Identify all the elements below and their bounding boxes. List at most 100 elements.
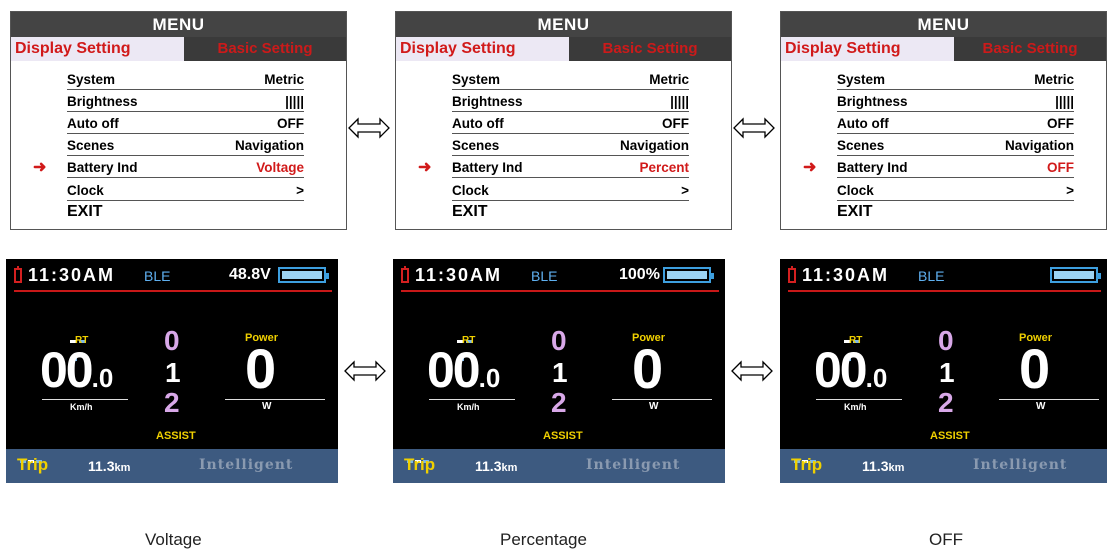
double-arrow-icon <box>731 360 773 382</box>
row-label: Scenes <box>452 138 500 153</box>
speed-underline <box>429 399 515 400</box>
caption-percentage: Percentage <box>500 530 587 549</box>
double-arrow-icon <box>733 117 775 139</box>
menu-row-battery-ind[interactable]: Battery Ind Percent <box>452 156 689 178</box>
gear-2: 2 <box>938 387 954 418</box>
row-value: Metric <box>649 72 689 87</box>
trip-distance: 11.3km <box>88 458 130 474</box>
menu-panel-percent: MENU Display Setting Basic Setting Syste… <box>395 11 732 230</box>
battery-red-icon <box>788 266 796 283</box>
display-screen-voltage: 11:30AM BLE 48.8V RT 00.0 Km/h 0 1 2 Pow… <box>6 259 338 483</box>
row-label: Battery Ind <box>452 160 523 175</box>
menu-row-exit[interactable]: EXIT <box>837 201 1074 223</box>
assist-label: ASSIST <box>543 430 583 442</box>
menu-row-clock[interactable]: Clock > <box>452 179 689 201</box>
gear-2: 2 <box>164 387 180 418</box>
ble-label: BLE <box>531 268 558 284</box>
mode-label: Intelligent <box>973 457 1068 473</box>
divider <box>788 290 1101 292</box>
row-label: Scenes <box>837 138 885 153</box>
clock-time: 11:30AM <box>415 265 503 285</box>
row-label: Auto off <box>837 116 889 131</box>
power-value: 0 <box>1019 337 1051 400</box>
row-label: Brightness <box>67 94 138 109</box>
speed-decimal: .0 <box>478 363 501 393</box>
menu-row-exit[interactable]: EXIT <box>67 201 304 223</box>
menu-row-scenes[interactable]: Scenes Navigation <box>452 134 689 156</box>
assist-label: ASSIST <box>156 430 196 442</box>
display-screen-off: 11:30AM BLE RT 00.0 Km/h 0 1 2 Power 0 W… <box>780 259 1107 483</box>
tab-basic-setting[interactable]: Basic Setting <box>184 37 346 61</box>
row-label: System <box>67 72 116 87</box>
speed-value: 00 <box>427 342 481 398</box>
battery-icon <box>663 267 714 283</box>
display-screen-percent: 11:30AM BLE 100% RT 00.0 Km/h 0 1 2 Powe… <box>393 259 725 483</box>
speed-value: 00 <box>40 342 94 398</box>
trip-label: Trip <box>791 455 823 474</box>
menu-row-scenes[interactable]: Scenes Navigation <box>837 134 1074 156</box>
tab-basic-setting[interactable]: Basic Setting <box>569 37 731 61</box>
speed-readout: 00.0 <box>427 345 500 403</box>
distance-value: 11.3 <box>88 458 115 474</box>
gear-1: 1 <box>552 357 568 388</box>
divider <box>401 290 719 292</box>
row-value: ||||| <box>1055 94 1074 109</box>
speed-readout: 00.0 <box>40 345 113 403</box>
menu-panel-voltage: MENU Display Setting Basic Setting Syste… <box>10 11 347 230</box>
tab-display-setting[interactable]: Display Setting <box>396 37 569 61</box>
caption-off: OFF <box>929 530 963 549</box>
row-label: System <box>452 72 501 87</box>
menu-row-brightness[interactable]: Brightness ||||| <box>67 90 304 112</box>
ble-label: BLE <box>918 268 945 284</box>
menu-row-exit[interactable]: EXIT <box>452 201 689 223</box>
gear-0: 0 <box>551 325 567 356</box>
menu-row-auto-off[interactable]: Auto off OFF <box>67 112 304 134</box>
menu-row-auto-off[interactable]: Auto off OFF <box>452 112 689 134</box>
menu-row-battery-ind[interactable]: Battery Ind OFF <box>837 156 1074 178</box>
row-value: ||||| <box>285 94 304 109</box>
menu-row-system[interactable]: System Metric <box>837 68 1074 90</box>
trip-distance: 11.3km <box>475 458 517 474</box>
menu-row-brightness[interactable]: Brightness ||||| <box>452 90 689 112</box>
battery-percent: 100% <box>619 266 660 283</box>
divider <box>14 290 332 292</box>
tab-display-setting[interactable]: Display Setting <box>781 37 954 61</box>
row-label: Brightness <box>837 94 908 109</box>
row-value: OFF <box>277 116 304 131</box>
menu-row-scenes[interactable]: Scenes Navigation <box>67 134 304 156</box>
battery-voltage: 48.8V <box>229 266 271 283</box>
tab-display-setting[interactable]: Display Setting <box>11 37 184 61</box>
gear-0: 0 <box>164 325 180 356</box>
double-arrow-icon <box>348 117 390 139</box>
menu-row-battery-ind[interactable]: Battery Ind Voltage <box>67 156 304 178</box>
gear-1: 1 <box>165 357 181 388</box>
row-label: Clock <box>67 183 104 198</box>
selector-arrow-icon: ➜ <box>803 159 817 176</box>
double-arrow-icon <box>344 360 386 382</box>
menu-row-auto-off[interactable]: Auto off OFF <box>837 112 1074 134</box>
menu-row-clock[interactable]: Clock > <box>837 179 1074 201</box>
gear-2: 2 <box>551 387 567 418</box>
speed-decimal: .0 <box>91 363 114 393</box>
menu-row-system[interactable]: System Metric <box>452 68 689 90</box>
power-underline <box>225 399 325 400</box>
row-value: Metric <box>1034 72 1074 87</box>
mode-label: Intelligent <box>586 457 681 473</box>
tab-basic-setting[interactable]: Basic Setting <box>954 37 1106 61</box>
clock-time: 11:30AM <box>802 265 890 285</box>
battery-red-icon <box>14 266 22 283</box>
menu-row-clock[interactable]: Clock > <box>67 179 304 201</box>
row-value: Navigation <box>619 138 689 153</box>
mode-label: Intelligent <box>199 457 294 473</box>
menu-row-system[interactable]: System Metric <box>67 68 304 90</box>
distance-unit: km <box>888 462 905 474</box>
row-label: EXIT <box>837 203 873 220</box>
row-value: ||||| <box>670 94 689 109</box>
battery-red-icon <box>401 266 409 283</box>
trip-distance: 11.3km <box>862 458 904 474</box>
menu-row-brightness[interactable]: Brightness ||||| <box>837 90 1074 112</box>
row-value: Navigation <box>1004 138 1074 153</box>
row-label: Battery Ind <box>67 160 138 175</box>
row-label: EXIT <box>452 203 488 220</box>
speed-readout: 00.0 <box>814 345 887 403</box>
